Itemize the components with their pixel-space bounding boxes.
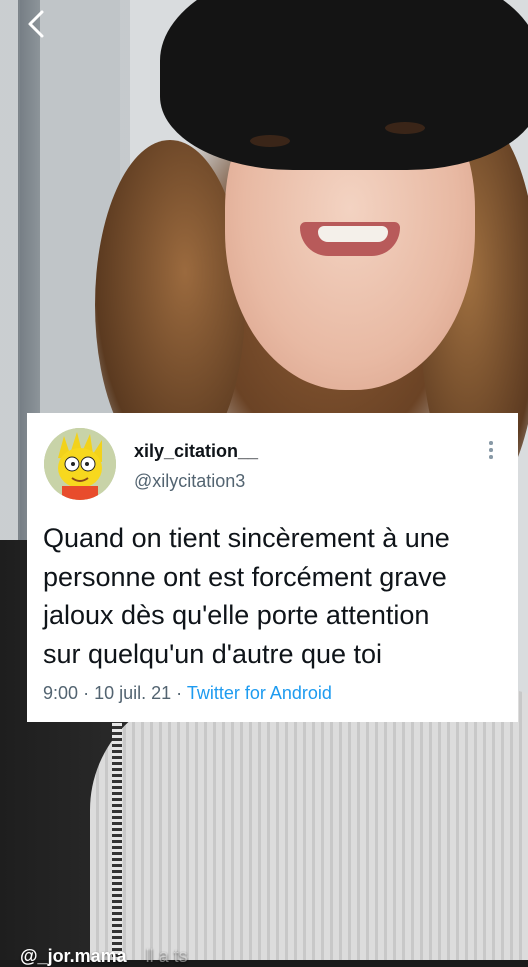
tweet-date: 10 juil. 21 xyxy=(94,683,172,703)
display-name[interactable]: xily_citation__ xyxy=(134,441,258,462)
tweet-text: Quand on tient sincèrement à une personn… xyxy=(43,523,450,669)
cartoon-avatar-icon xyxy=(44,428,116,500)
avatar[interactable] xyxy=(44,428,116,500)
bottom-overlay: @_jor.mama ll a ts xyxy=(20,946,188,967)
tweet-meta: 9:00 · 10 juil. 21 · Twitter for Android xyxy=(43,683,332,704)
separator: · xyxy=(83,683,90,703)
overlay-username[interactable]: @_jor.mama xyxy=(20,946,127,966)
more-vertical-icon xyxy=(483,441,499,459)
tweet-card[interactable]: xily_citation__ @xilycitation3 Quand on … xyxy=(27,413,518,722)
tweet-time: 9:00 xyxy=(43,683,79,703)
back-button[interactable] xyxy=(22,8,52,40)
overlay-faded-text: ll a ts xyxy=(145,946,188,966)
chevron-left-icon xyxy=(28,10,44,38)
tweet-source-link[interactable]: Twitter for Android xyxy=(187,683,332,703)
more-options-button[interactable] xyxy=(483,441,499,463)
separator: · xyxy=(176,683,183,703)
user-handle[interactable]: @xilycitation3 xyxy=(134,471,245,492)
